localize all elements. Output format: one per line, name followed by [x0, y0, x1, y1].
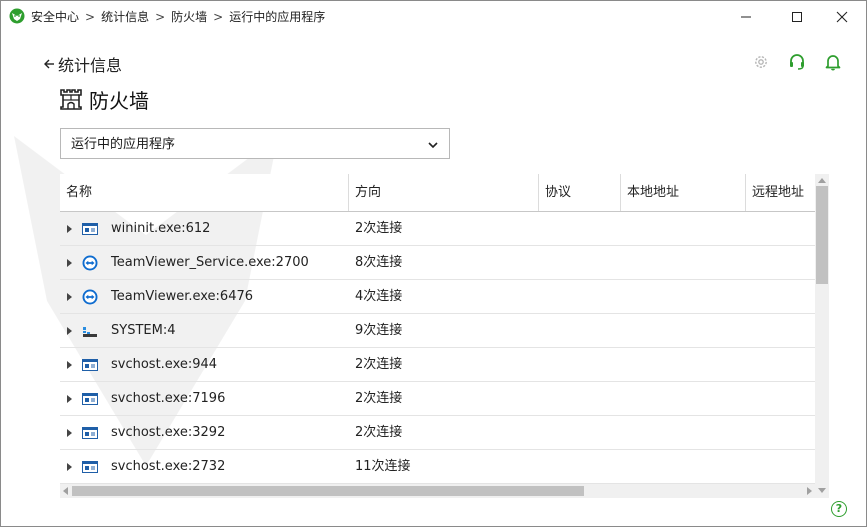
- breadcrumb-item-current: 运行中的应用程序: [229, 10, 326, 24]
- connection-count: 8次连接: [355, 255, 403, 270]
- maximize-button[interactable]: [774, 1, 820, 33]
- table-row[interactable]: TeamViewer.exe:6476 4次连接: [60, 280, 815, 314]
- expand-arrow-icon[interactable]: [67, 293, 72, 301]
- column-header-name[interactable]: 名称: [60, 174, 348, 211]
- connection-count: 2次连接: [355, 357, 403, 372]
- view-selector-dropdown[interactable]: 运行中的应用程序: [60, 128, 450, 159]
- breadcrumb-separator: >: [213, 10, 224, 24]
- arrow-left-icon: [44, 59, 54, 69]
- minimize-button[interactable]: [723, 1, 769, 33]
- scroll-up-arrow-icon[interactable]: [818, 178, 826, 183]
- minimize-icon: [741, 16, 751, 18]
- connection-count: 9次连接: [355, 323, 403, 338]
- table-row[interactable]: SYSTEM:4 9次连接: [60, 314, 815, 348]
- process-name: svchost.exe:7196: [111, 391, 226, 406]
- table-row[interactable]: wininit.exe:612 2次连接: [60, 212, 815, 246]
- window-app-icon: [82, 461, 98, 473]
- close-button[interactable]: [819, 1, 865, 33]
- page-title: 防火墙: [59, 85, 149, 113]
- process-name: wininit.exe:612: [111, 221, 211, 236]
- scroll-down-arrow-icon[interactable]: [818, 488, 826, 493]
- vertical-scroll-thumb[interactable]: [816, 186, 828, 284]
- column-header-remote-address[interactable]: 远程地址: [745, 174, 815, 211]
- support-button[interactable]: [788, 53, 806, 75]
- connection-count: 4次连接: [355, 289, 403, 304]
- system-icon: [83, 327, 97, 337]
- process-name: svchost.exe:2732: [111, 459, 226, 474]
- vertical-scrollbar[interactable]: [815, 174, 829, 484]
- notifications-button[interactable]: [824, 53, 842, 75]
- vertical-scrollbar-bottom[interactable]: [815, 484, 829, 498]
- process-name: SYSTEM:4: [111, 323, 176, 338]
- teamviewer-icon: [82, 255, 98, 271]
- teamviewer-icon: [82, 289, 98, 305]
- expand-arrow-icon[interactable]: [67, 395, 72, 403]
- scroll-left-arrow-icon[interactable]: [63, 487, 68, 495]
- expand-arrow-icon[interactable]: [67, 327, 72, 335]
- connection-count: 11次连接: [355, 459, 411, 474]
- table-row[interactable]: svchost.exe:3292 2次连接: [60, 416, 815, 450]
- expand-arrow-icon[interactable]: [67, 463, 72, 471]
- connections-table: 名称 方向 协议 本地地址 远程地址 wininit.exe:612 2次连接 …: [60, 174, 815, 484]
- page-title-text: 防火墙: [89, 88, 149, 113]
- settings-button[interactable]: [752, 53, 770, 75]
- process-name: TeamViewer.exe:6476: [111, 289, 254, 304]
- help-button[interactable]: ?: [831, 501, 847, 517]
- headset-icon: [790, 54, 804, 70]
- breadcrumb-item[interactable]: 防火墙: [171, 10, 207, 24]
- table-row[interactable]: TeamViewer_Service.exe:2700 8次连接: [60, 246, 815, 280]
- table-header: 名称 方向 协议 本地地址 远程地址: [60, 174, 815, 212]
- expand-arrow-icon[interactable]: [67, 429, 72, 437]
- breadcrumb-separator: >: [85, 10, 96, 24]
- horizontal-scroll-thumb[interactable]: [72, 486, 584, 496]
- breadcrumb: 安全中心 > 统计信息 > 防火墙 > 运行中的应用程序: [31, 1, 325, 33]
- expand-arrow-icon[interactable]: [67, 259, 72, 267]
- expand-arrow-icon[interactable]: [67, 361, 72, 369]
- process-name: svchost.exe:3292: [111, 425, 226, 440]
- process-name: svchost.exe:944: [111, 357, 218, 372]
- connection-count: 2次连接: [355, 391, 403, 406]
- horizontal-scrollbar[interactable]: [60, 484, 815, 498]
- dropdown-selected-value: 运行中的应用程序: [71, 137, 176, 152]
- title-bar: 安全中心 > 统计信息 > 防火墙 > 运行中的应用程序: [1, 1, 866, 33]
- window-app-icon: [82, 359, 98, 371]
- app-window: 安全中心 > 统计信息 > 防火墙 > 运行中的应用程序 统计信息 防火墙 运行…: [0, 0, 867, 527]
- table-row[interactable]: svchost.exe:2732 11次连接: [60, 450, 815, 484]
- breadcrumb-separator: >: [155, 10, 166, 24]
- window-app-icon: [82, 393, 98, 405]
- window-app-icon: [82, 427, 98, 439]
- expand-arrow-icon[interactable]: [67, 225, 72, 233]
- connection-count: 2次连接: [355, 425, 403, 440]
- app-logo-icon: [9, 8, 25, 24]
- back-link[interactable]: 统计信息: [43, 53, 122, 75]
- firewall-icon: [60, 89, 82, 110]
- connection-count: 2次连接: [355, 221, 403, 236]
- scroll-right-arrow-icon[interactable]: [807, 487, 812, 495]
- column-header-direction[interactable]: 方向: [348, 174, 538, 211]
- bell-icon: [825, 55, 841, 71]
- back-link-label: 统计信息: [58, 56, 123, 75]
- column-header-local-address[interactable]: 本地地址: [620, 174, 745, 211]
- gear-icon: [755, 56, 767, 68]
- window-app-icon: [82, 223, 98, 235]
- breadcrumb-item[interactable]: 统计信息: [101, 10, 149, 24]
- breadcrumb-item[interactable]: 安全中心: [31, 10, 79, 24]
- table-row[interactable]: svchost.exe:7196 2次连接: [60, 382, 815, 416]
- close-icon: [836, 11, 848, 23]
- table-row[interactable]: svchost.exe:944 2次连接: [60, 348, 815, 382]
- process-name: TeamViewer_Service.exe:2700: [111, 255, 309, 270]
- column-header-protocol[interactable]: 协议: [538, 174, 620, 211]
- chevron-down-icon: [428, 142, 438, 149]
- maximize-icon: [792, 12, 802, 22]
